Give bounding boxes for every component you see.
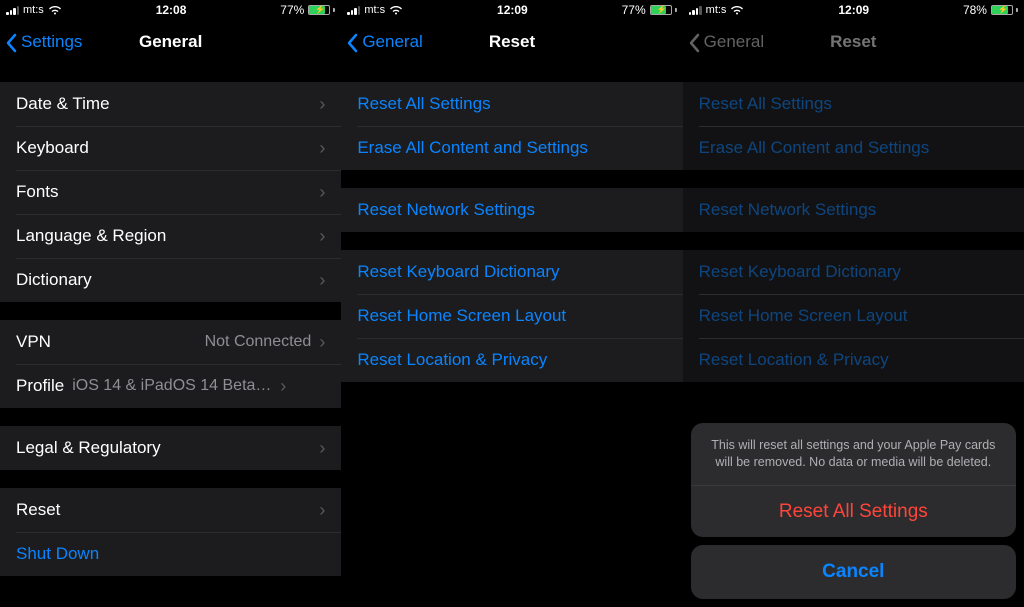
carrier-label: mt:s: [706, 4, 727, 16]
nav-bar: General Reset: [683, 20, 1024, 64]
screen-reset: mt:s 12:09 77% ⚡ General Reset Reset All…: [341, 0, 682, 607]
sheet-cancel-button[interactable]: Cancel: [691, 545, 1016, 599]
vpn-status: Not Connected: [205, 333, 312, 351]
row-fonts[interactable]: Fonts›: [0, 170, 341, 214]
row-reset-keyboard-dict[interactable]: Reset Keyboard Dictionary: [341, 250, 682, 294]
row-reset-network[interactable]: Reset Network Settings: [341, 188, 682, 232]
row-reset-home-layout: Reset Home Screen Layout: [683, 294, 1024, 338]
chevron-right-icon: ›: [319, 227, 325, 245]
row-reset-location-privacy[interactable]: Reset Location & Privacy: [341, 338, 682, 382]
chevron-right-icon: ›: [280, 377, 286, 395]
page-title: General: [139, 32, 202, 52]
chevron-right-icon: ›: [319, 501, 325, 519]
content: Reset All Settings Erase All Content and…: [341, 64, 682, 607]
battery-icon: ⚡: [991, 5, 1018, 15]
screen-reset-confirm: mt:s 12:09 78% ⚡ General Reset Reset All…: [683, 0, 1024, 607]
row-dictionary[interactable]: Dictionary›: [0, 258, 341, 302]
chevron-right-icon: ›: [319, 139, 325, 157]
sheet-destructive-button[interactable]: Reset All Settings: [691, 485, 1016, 537]
clock: 12:08: [156, 3, 187, 17]
sheet-message: This will reset all settings and your Ap…: [691, 423, 1016, 485]
clock: 12:09: [838, 3, 869, 17]
row-reset-keyboard-dict: Reset Keyboard Dictionary: [683, 250, 1024, 294]
battery-icon: ⚡: [308, 5, 335, 15]
row-language-region[interactable]: Language & Region›: [0, 214, 341, 258]
page-title: Reset: [830, 32, 876, 52]
row-reset-all-settings: Reset All Settings: [683, 82, 1024, 126]
row-reset-home-layout[interactable]: Reset Home Screen Layout: [341, 294, 682, 338]
chevron-left-icon: [689, 33, 701, 51]
chevron-left-icon: [6, 33, 18, 51]
signal-icon: [689, 5, 702, 15]
row-reset-all-settings[interactable]: Reset All Settings: [341, 82, 682, 126]
screen-general: mt:s 12:08 77% ⚡ Settings General Date &…: [0, 0, 341, 607]
row-reset-location-privacy: Reset Location & Privacy: [683, 338, 1024, 382]
row-shutdown[interactable]: Shut Down: [0, 532, 341, 576]
status-bar: mt:s 12:08 77% ⚡: [0, 0, 341, 20]
signal-icon: [347, 5, 360, 15]
nav-bar: General Reset: [341, 20, 682, 64]
carrier-label: mt:s: [364, 4, 385, 16]
signal-icon: [6, 5, 19, 15]
nav-bar: Settings General: [0, 20, 341, 64]
back-label: Settings: [21, 32, 82, 52]
chevron-right-icon: ›: [319, 333, 325, 351]
back-button[interactable]: Settings: [6, 32, 82, 52]
chevron-right-icon: ›: [319, 439, 325, 457]
action-sheet: This will reset all settings and your Ap…: [691, 423, 1016, 599]
wifi-icon: [48, 5, 62, 15]
battery-icon: ⚡: [650, 5, 677, 15]
clock: 12:09: [497, 3, 528, 17]
row-reset[interactable]: Reset›: [0, 488, 341, 532]
back-button[interactable]: General: [347, 32, 422, 52]
wifi-icon: [389, 5, 403, 15]
row-profile[interactable]: ProfileiOS 14 & iPadOS 14 Beta Softwar..…: [0, 364, 341, 408]
row-reset-network: Reset Network Settings: [683, 188, 1024, 232]
content: Date & Time› Keyboard› Fonts› Language &…: [0, 64, 341, 607]
row-date-time[interactable]: Date & Time›: [0, 82, 341, 126]
status-bar: mt:s 12:09 78% ⚡: [683, 0, 1024, 20]
page-title: Reset: [489, 32, 535, 52]
status-bar: mt:s 12:09 77% ⚡: [341, 0, 682, 20]
chevron-right-icon: ›: [319, 271, 325, 289]
row-erase-all: Erase All Content and Settings: [683, 126, 1024, 170]
chevron-left-icon: [347, 33, 359, 51]
chevron-right-icon: ›: [319, 95, 325, 113]
back-button: General: [689, 32, 764, 52]
row-erase-all[interactable]: Erase All Content and Settings: [341, 126, 682, 170]
carrier-label: mt:s: [23, 4, 44, 16]
battery-percent: 77%: [280, 3, 304, 17]
row-keyboard[interactable]: Keyboard›: [0, 126, 341, 170]
back-label: General: [362, 32, 422, 52]
row-vpn[interactable]: VPNNot Connected›: [0, 320, 341, 364]
row-legal[interactable]: Legal & Regulatory›: [0, 426, 341, 470]
battery-percent: 77%: [622, 3, 646, 17]
back-label: General: [704, 32, 764, 52]
profile-value: iOS 14 & iPadOS 14 Beta Softwar...: [72, 377, 272, 395]
battery-percent: 78%: [963, 3, 987, 17]
chevron-right-icon: ›: [319, 183, 325, 201]
wifi-icon: [730, 5, 744, 15]
